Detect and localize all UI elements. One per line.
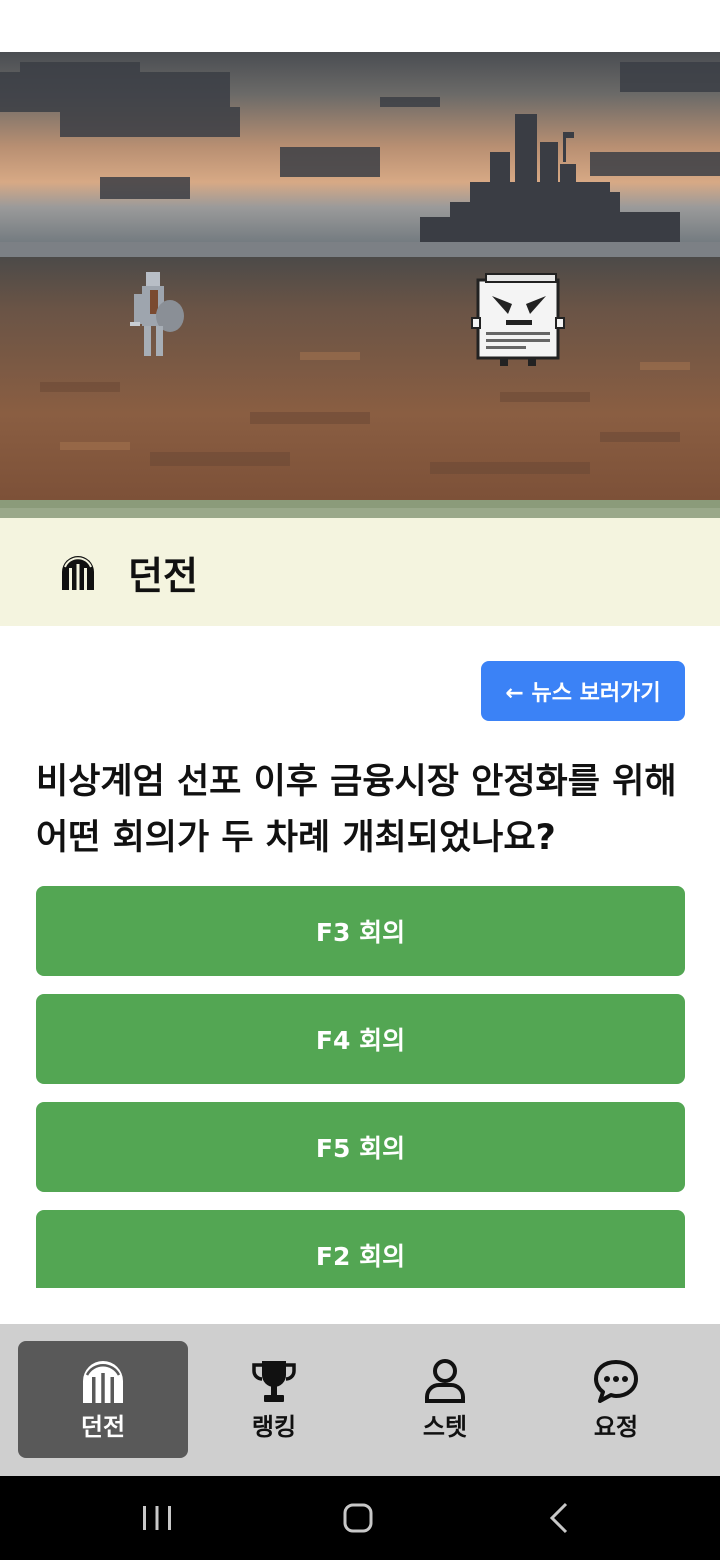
recent-apps-icon[interactable] [137, 1498, 177, 1538]
dungeon-gate-icon [62, 556, 94, 590]
section-header: 던전 [0, 518, 720, 626]
quiz-content: ← 뉴스 보러가기 비상계엄 선포 이후 금융시장 안정화를 위해 어떤 회의가… [0, 626, 720, 1288]
game-scene [0, 52, 720, 518]
dungeon-gate-icon [83, 1361, 123, 1403]
status-bar [0, 0, 720, 52]
answer-option-1[interactable]: F3 회의 [36, 886, 685, 976]
quiz-question: 비상계엄 선포 이후 금융시장 안정화를 위해 어떤 회의가 두 차례 개최되었… [36, 762, 677, 858]
home-icon[interactable] [338, 1498, 378, 1538]
chat-bubble-icon [594, 1360, 638, 1403]
back-icon[interactable] [540, 1498, 580, 1538]
nav-label-dungeon: 던전 [80, 1413, 126, 1441]
page-title: 던전 [128, 553, 198, 598]
nav-item-dungeon[interactable]: 던전 [18, 1341, 188, 1458]
answer-option-2[interactable]: F4 회의 [36, 994, 685, 1084]
bottom-nav: 던전 랭킹 스텟 요정 [0, 1324, 720, 1476]
answer-option-4[interactable]: F2 회의 [36, 1210, 685, 1288]
nav-label-stats: 스텟 [422, 1413, 468, 1441]
answer-option-3[interactable]: F5 회의 [36, 1102, 685, 1192]
newspaper-monster-sprite [471, 273, 565, 366]
nav-item-ranking[interactable]: 랭킹 [189, 1341, 359, 1458]
nav-item-stats[interactable]: 스텟 [360, 1341, 530, 1458]
trophy-icon [252, 1361, 296, 1402]
system-navigation-bar [0, 1476, 720, 1560]
nav-item-fairy[interactable]: 요정 [531, 1341, 701, 1458]
nav-label-fairy: 요정 [593, 1413, 639, 1441]
person-icon [425, 1359, 465, 1403]
answer-list: F3 회의 F4 회의 F5 회의 F2 회의 [36, 886, 685, 1288]
back-to-news-button[interactable]: ← 뉴스 보러가기 [481, 661, 685, 721]
nav-label-ranking: 랭킹 [251, 1413, 297, 1441]
